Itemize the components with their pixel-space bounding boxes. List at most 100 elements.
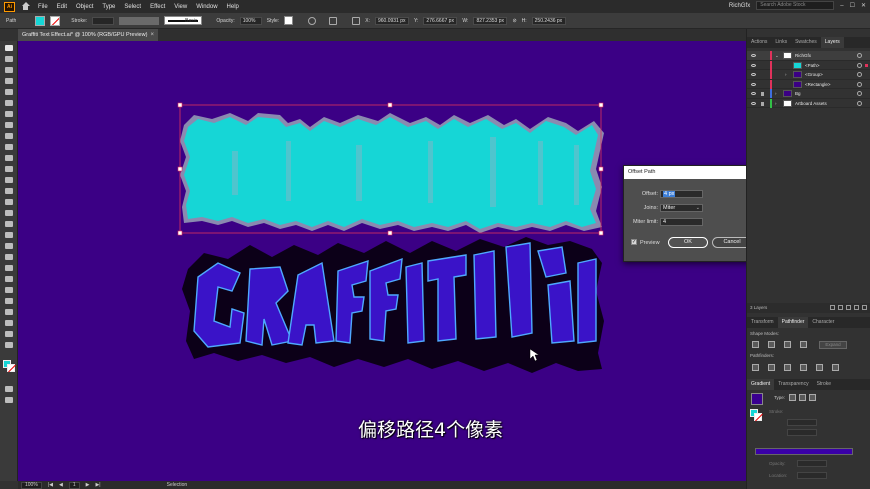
shape-builder-tool-icon[interactable] [5, 221, 13, 227]
direct-selection-tool-icon[interactable] [5, 56, 13, 62]
outline-icon[interactable] [816, 364, 823, 371]
tab-character[interactable]: Character [808, 317, 838, 328]
close-window-icon[interactable]: ✕ [861, 2, 866, 9]
joins-select[interactable]: Miter ⌄ [660, 204, 703, 212]
align-icon[interactable] [329, 16, 338, 25]
menu-type[interactable]: Type [102, 4, 115, 10]
column-graph-tool-icon[interactable] [5, 298, 13, 304]
lock-icon[interactable] [761, 92, 764, 96]
expand-button[interactable]: Expand [819, 341, 847, 349]
selection-tool-icon[interactable] [5, 45, 13, 51]
zoom-tool-icon[interactable] [5, 342, 13, 348]
tab-transform[interactable]: Transform [747, 317, 778, 328]
target-circle-icon[interactable] [857, 62, 862, 68]
menu-select[interactable]: Select [124, 4, 141, 10]
h-field[interactable]: 250.2436 px [531, 16, 566, 25]
stroke-box-icon[interactable] [7, 364, 15, 372]
rotate-tool-icon[interactable] [5, 177, 13, 183]
layer-row[interactable]: › Bg [747, 89, 870, 99]
visibility-eye-icon[interactable] [751, 101, 756, 105]
offset-input[interactable]: 4 px [660, 190, 703, 198]
layer-row[interactable]: <Path> [747, 60, 870, 70]
line-tool-icon[interactable] [5, 122, 13, 128]
width-tool-icon[interactable] [5, 199, 13, 205]
unite-icon[interactable] [752, 341, 759, 348]
gradient-angle-field[interactable] [787, 419, 817, 426]
zoom-level-field[interactable]: 100% [21, 481, 42, 489]
paintbrush-tool-icon[interactable] [5, 144, 13, 150]
scale-tool-icon[interactable] [5, 188, 13, 194]
minus-front-icon[interactable] [768, 341, 775, 348]
tab-gradient[interactable]: Gradient [747, 379, 775, 390]
menu-edit[interactable]: Edit [57, 4, 67, 10]
menu-view[interactable]: View [174, 4, 187, 10]
menu-effect[interactable]: Effect [150, 4, 165, 10]
new-layer-icon[interactable] [854, 305, 859, 310]
visibility-eye-icon[interactable] [751, 63, 756, 67]
stroke-weight-field[interactable] [92, 16, 115, 25]
expand-arrow-icon[interactable]: › [785, 72, 787, 77]
target-circle-icon[interactable] [857, 100, 862, 106]
draw-mode-icon[interactable] [5, 386, 13, 392]
w-field[interactable]: 827.2353 px [473, 16, 508, 25]
expand-arrow-icon[interactable]: › [775, 91, 777, 96]
cyan-offset-path[interactable] [177, 102, 604, 236]
miter-limit-input[interactable]: 4 [660, 218, 703, 226]
gradient-swatch[interactable] [751, 393, 763, 405]
trim-icon[interactable] [768, 364, 775, 371]
workspace-switcher[interactable]: RichGfx [729, 3, 750, 9]
gradient-location-field[interactable] [797, 472, 827, 479]
type-tool-icon[interactable] [5, 111, 13, 117]
tab-layers[interactable]: Layers [820, 37, 844, 48]
document-tab[interactable]: Graffiti Text Effect.ai* @ 100% (RGB/GPU… [18, 29, 158, 41]
visibility-eye-icon[interactable] [751, 92, 756, 95]
ok-button[interactable]: OK [668, 237, 708, 248]
magic-wand-tool-icon[interactable] [5, 67, 13, 73]
freeform-gradient-icon[interactable] [809, 394, 816, 401]
y-field[interactable]: 276.6667 px [423, 16, 458, 25]
curvature-tool-icon[interactable] [5, 100, 13, 106]
intersect-icon[interactable] [784, 341, 791, 348]
artboard-nav-next-icon[interactable]: ▶ [86, 482, 90, 488]
free-transform-tool-icon[interactable] [5, 210, 13, 216]
tab-close-icon[interactable]: × [150, 29, 154, 41]
preview-checkbox[interactable]: ✓ [631, 239, 637, 245]
tab-transparency[interactable]: Transparency [774, 379, 812, 390]
tab-swatches[interactable]: Swatches [791, 37, 821, 48]
home-icon[interactable] [21, 2, 30, 11]
lasso-tool-icon[interactable] [5, 78, 13, 84]
graphic-style-swatch[interactable] [284, 16, 294, 25]
visibility-eye-icon[interactable] [751, 73, 756, 76]
exclude-icon[interactable] [800, 341, 807, 348]
tab-links[interactable]: Links [771, 37, 791, 48]
visibility-eye-icon[interactable] [751, 82, 756, 86]
selection-indicator[interactable] [865, 63, 868, 67]
radial-gradient-icon[interactable] [799, 394, 806, 401]
gradient-stroke-icon[interactable] [754, 413, 762, 421]
delete-layer-icon[interactable] [862, 305, 867, 310]
perspective-grid-tool-icon[interactable] [5, 232, 13, 238]
new-sublayer-icon[interactable] [846, 305, 851, 310]
lock-icon[interactable] [761, 101, 764, 106]
x-field[interactable]: 960.0931 px [374, 16, 409, 25]
symbol-sprayer-tool-icon[interactable] [5, 287, 13, 293]
menu-file[interactable]: File [38, 4, 48, 10]
gradient-tool-icon[interactable] [5, 254, 13, 260]
layer-row[interactable]: › Artboard Assets [747, 98, 870, 108]
eyedropper-tool-icon[interactable] [5, 265, 13, 271]
target-circle-icon[interactable] [857, 91, 862, 96]
artboard-nav-last-icon[interactable]: ▶| [95, 482, 100, 488]
layer-row[interactable]: › <Group> [747, 70, 870, 80]
opacity-field[interactable]: 100% [239, 16, 262, 25]
divide-icon[interactable] [752, 364, 759, 371]
artboard-tool-icon[interactable] [5, 309, 13, 315]
tab-pathfinder[interactable]: Pathfinder [777, 317, 809, 328]
artboard-nav-first-icon[interactable]: |◀ [48, 482, 53, 488]
eraser-tool-icon[interactable] [5, 166, 13, 172]
hand-tool-icon[interactable] [5, 331, 13, 337]
fill-color-swatch[interactable] [35, 15, 46, 26]
menu-object[interactable]: Object [76, 4, 93, 10]
gradient-slider[interactable] [755, 448, 853, 455]
collapse-arrow-icon[interactable]: ⌄ [775, 53, 779, 59]
gradient-opacity-field[interactable] [797, 460, 827, 467]
